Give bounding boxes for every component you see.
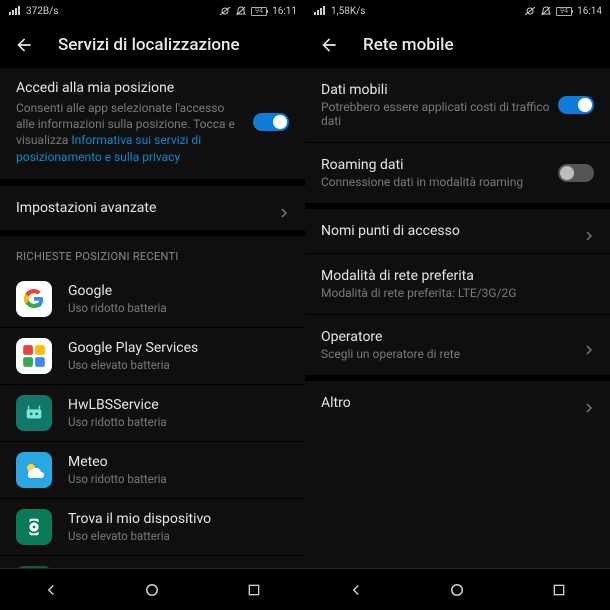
advanced-label: Impostazioni avanzate [16, 200, 267, 216]
net-speed: 372B/s [26, 6, 58, 17]
page-title: Servizi di localizzazione [58, 35, 240, 55]
location-toggle[interactable] [253, 113, 289, 131]
chevron-right-icon [584, 340, 594, 350]
phone-mobile-network: 1,58K/s 94 16:14 Rete mobile Dati mobili… [305, 0, 610, 610]
settings-row[interactable]: Roaming dati Connessione dati in modalità… [305, 142, 610, 203]
back-icon[interactable] [14, 35, 34, 55]
advanced-settings-row[interactable]: Impostazioni avanzate [0, 186, 305, 230]
settings-row[interactable]: Altro [305, 381, 610, 425]
app-header: Servizi di localizzazione [0, 22, 305, 68]
app-battery-usage: Uso ridotto batteria [68, 415, 289, 429]
settings-row[interactable]: Operatore Scegli un operatore di rete [305, 314, 610, 375]
clock: 16:14 [577, 6, 602, 17]
toggle-switch[interactable] [558, 96, 594, 114]
row-title: Dati mobili [321, 82, 558, 98]
nav-back-icon[interactable] [40, 579, 62, 601]
bell-off-icon [541, 6, 551, 16]
signal-icon [313, 6, 325, 16]
row-subtitle: Scegli un operatore di rete [321, 347, 572, 361]
nav-recent-icon[interactable] [243, 579, 265, 601]
app-row[interactable]: Google Uso ridotto batteria [0, 271, 305, 327]
app-row[interactable]: HwLBSService Uso ridotto batteria [0, 384, 305, 441]
app-name: Meteo [68, 454, 289, 470]
battery-icon: 94 [251, 7, 267, 16]
app-battery-usage: Uso ridotto batteria [68, 472, 289, 486]
location-access-section[interactable]: Accedi alla mia posizione Consenti alle … [0, 68, 305, 180]
chevron-right-icon [584, 398, 594, 408]
chevron-right-icon [279, 203, 289, 213]
row-title: Nomi punti di accesso [321, 223, 572, 239]
row-title: Altro [321, 395, 572, 411]
app-name: HwLBSService [68, 397, 289, 413]
bell-off-icon [236, 6, 246, 16]
net-speed: 1,58K/s [331, 6, 365, 17]
google-icon [16, 281, 52, 317]
row-subtitle: Connessione dati in modalità roaming [321, 175, 558, 189]
app-battery-usage: Uso elevato batteria [68, 358, 289, 372]
nav-recent-icon[interactable] [548, 579, 570, 601]
nav-home-icon[interactable] [446, 579, 468, 601]
nav-bar [305, 568, 610, 610]
row-title: Operatore [321, 329, 572, 345]
play-icon [16, 338, 52, 374]
settings-row[interactable]: Nomi punti di accesso [305, 209, 610, 253]
nav-back-icon[interactable] [345, 579, 367, 601]
phone-location-services: 372B/s 94 16:11 Servizi di localizzazion… [0, 0, 305, 610]
app-row[interactable]: com.hisi.mapcon Uso elevato batteria [0, 555, 305, 568]
status-bar: 372B/s 94 16:11 [0, 0, 305, 22]
hwlbs-icon [16, 395, 52, 431]
app-battery-usage: Uso elevato batteria [68, 529, 289, 543]
toggle-switch[interactable] [558, 164, 594, 182]
page-title: Rete mobile [363, 35, 454, 55]
location-access-title: Accedi alla mia posizione [16, 80, 241, 96]
eye-icon [524, 6, 536, 16]
settings-row[interactable]: Modalità di rete preferita Modalità di re… [305, 253, 610, 314]
status-bar: 1,58K/s 94 16:14 [305, 0, 610, 22]
nav-bar [0, 568, 305, 610]
settings-row[interactable]: Dati mobili Potrebbero essere applicati c… [305, 68, 610, 142]
row-subtitle: Potrebbero essere applicati costi di tra… [321, 100, 558, 128]
clock: 16:11 [272, 6, 297, 17]
back-icon[interactable] [319, 35, 339, 55]
find-icon [16, 509, 52, 545]
row-title: Roaming dati [321, 157, 558, 173]
content-area: Accedi alla mia posizione Consenti alle … [0, 68, 305, 568]
nav-home-icon[interactable] [141, 579, 163, 601]
app-name: Trova il mio dispositivo [68, 511, 289, 527]
app-battery-usage: Uso ridotto batteria [68, 301, 289, 315]
recent-requests-label: RICHIESTE POSIZIONI RECENTI [0, 236, 305, 271]
app-name: Google Play Services [68, 340, 289, 356]
row-title: Modalità di rete preferita [321, 268, 594, 284]
app-header: Rete mobile [305, 22, 610, 68]
app-row[interactable]: Google Play Services Uso elevato batteri… [0, 327, 305, 384]
location-access-desc: Consenti alle app selezionate l'accesso … [16, 100, 241, 165]
app-row[interactable]: Trova il mio dispositivo Uso elevato bat… [0, 498, 305, 555]
battery-icon: 94 [556, 7, 572, 16]
chevron-right-icon [584, 226, 594, 236]
eye-icon [219, 6, 231, 16]
app-name: Google [68, 283, 289, 299]
content-area: Dati mobili Potrebbero essere applicati c… [305, 68, 610, 568]
app-row[interactable]: Meteo Uso ridotto batteria [0, 441, 305, 498]
signal-icon [8, 6, 20, 16]
row-subtitle: Modalità di rete preferita: LTE/3G/2G [321, 286, 594, 300]
meteo-icon [16, 452, 52, 488]
